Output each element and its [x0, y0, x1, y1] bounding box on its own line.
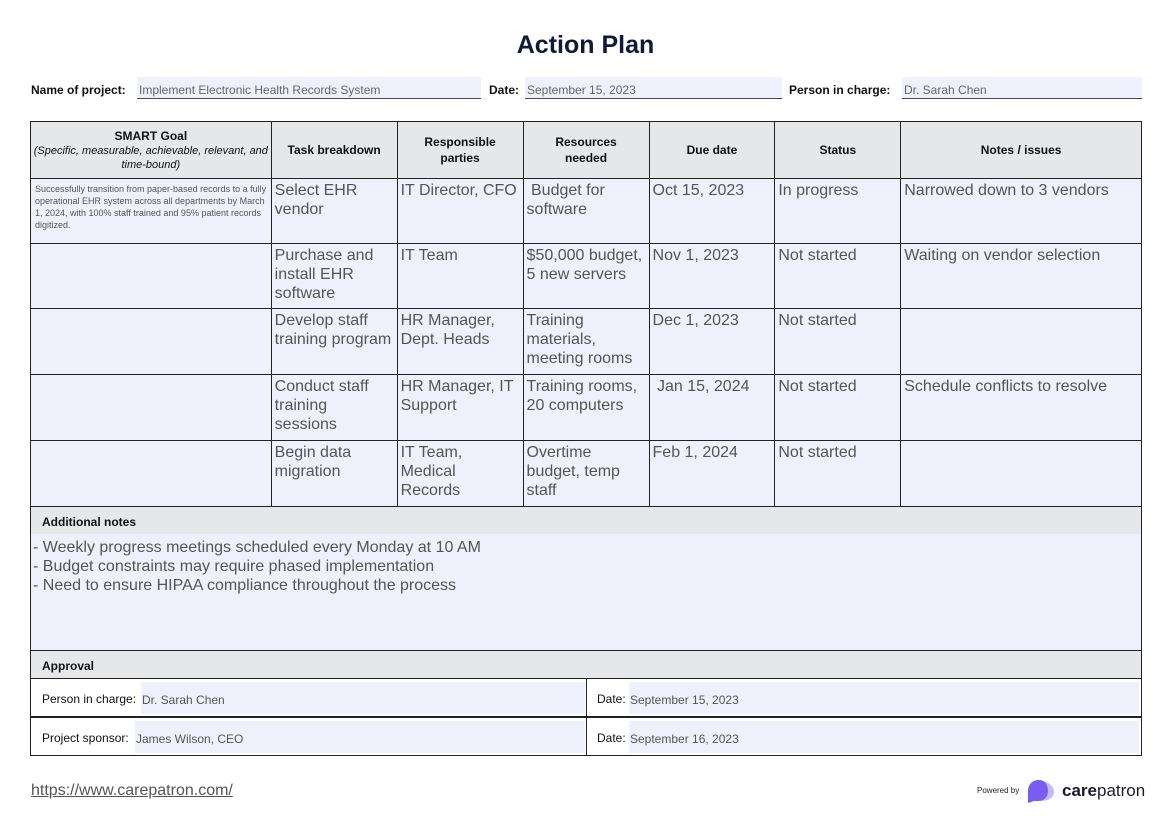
task-cell[interactable]: Develop staff training program — [270, 308, 398, 375]
approval-person-date-field[interactable]: September 15, 2023 — [629, 682, 1139, 714]
header-due-date: Due date — [648, 121, 776, 179]
carepatron-logo-icon — [1028, 780, 1054, 803]
table-row: Develop staff training program HR Manage… — [30, 308, 1142, 375]
notes-cell[interactable]: Schedule conflicts to resolve — [900, 374, 1142, 441]
status-cell[interactable]: Not started — [774, 374, 902, 441]
smart-goal-cell[interactable] — [30, 374, 272, 441]
approval-person-field[interactable]: Dr. Sarah Chen — [141, 682, 585, 714]
person-in-charge-label: Person in charge: — [789, 83, 891, 97]
table-row: Purchase and install EHR software IT Tea… — [30, 243, 1142, 309]
task-cell[interactable]: Purchase and install EHR software — [270, 243, 398, 309]
smart-goal-subtitle: (Specific, measurable, achievable, relev… — [33, 145, 268, 171]
table-row: Conduct staff training sessions HR Manag… — [30, 374, 1142, 441]
due-date-cell[interactable]: Jan 15, 2024 — [648, 374, 776, 441]
approval-sponsor-date-label: Date: — [597, 731, 626, 745]
status-cell[interactable]: Not started — [774, 440, 902, 507]
approval-sponsor-date-field[interactable]: September 16, 2023 — [629, 721, 1139, 753]
approval-header: Approval — [30, 650, 1142, 679]
header-smart-goal: SMART Goal (Specific, measurable, achiev… — [30, 121, 272, 179]
date-label: Date: — [489, 83, 520, 97]
status-cell[interactable]: Not started — [774, 308, 902, 375]
approval-person-label: Person in charge: — [42, 692, 137, 706]
notes-cell[interactable] — [900, 440, 1142, 507]
status-cell[interactable]: Not started — [774, 243, 902, 309]
approval-person-cell: Person in charge: Dr. Sarah Chen — [31, 679, 587, 716]
table-row: Successfully transition from paper-based… — [30, 178, 1142, 244]
smart-goal-cell[interactable]: Successfully transition from paper-based… — [30, 178, 272, 244]
smart-goal-cell[interactable] — [30, 243, 272, 309]
responsible-cell[interactable]: HR Manager, IT Support — [396, 374, 524, 441]
table-header-row: SMART Goal (Specific, measurable, achiev… — [30, 121, 1142, 179]
header-task: Task breakdown — [270, 121, 398, 179]
approval-row-sponsor: Project sponsor: James Wilson, CEO Date:… — [30, 717, 1142, 756]
responsible-cell[interactable]: IT Director, CFO — [396, 178, 524, 244]
resources-cell[interactable]: $50,000 budget, 5 new servers — [522, 243, 650, 309]
approval-person-date-cell: Date: September 15, 2023 — [587, 679, 1141, 716]
smart-goal-title: SMART Goal — [114, 129, 188, 143]
task-cell[interactable]: Conduct staff training sessions — [270, 374, 398, 441]
header-responsible: Responsible parties — [396, 121, 524, 179]
resources-cell[interactable]: Overtime budget, temp staff — [522, 440, 650, 507]
resources-cell[interactable]: Budget for software — [522, 178, 650, 244]
header-notes: Notes / issues — [900, 121, 1142, 179]
note-line: - Budget constraints may require phased … — [33, 558, 435, 575]
responsible-cell[interactable]: HR Manager, Dept. Heads — [396, 308, 524, 375]
smart-goal-cell[interactable] — [30, 308, 272, 375]
carepatron-brand: carepatron — [1062, 781, 1145, 801]
resources-cell[interactable]: Training rooms, 20 computers — [522, 374, 650, 441]
smart-goal-cell[interactable] — [30, 440, 272, 507]
approval-person-date-label: Date: — [597, 692, 626, 706]
task-cell[interactable]: Select EHR vendor — [270, 178, 398, 244]
notes-cell[interactable]: Waiting on vendor selection — [900, 243, 1142, 309]
notes-cell[interactable] — [900, 308, 1142, 375]
due-date-cell[interactable]: Dec 1, 2023 — [648, 308, 776, 375]
page-title: Action Plan — [516, 31, 655, 59]
notes-cell[interactable]: Narrowed down to 3 vendors — [900, 178, 1142, 244]
powered-by-text: Powered by — [977, 786, 1020, 795]
note-line: - Weekly progress meetings scheduled eve… — [33, 539, 481, 556]
action-plan-table: SMART Goal (Specific, measurable, achiev… — [30, 121, 1142, 507]
project-meta: Name of project: Implement Electronic He… — [31, 77, 1142, 101]
note-line: - Need to ensure HIPAA compliance throug… — [33, 577, 457, 594]
project-name-field[interactable]: Implement Electronic Health Records Syst… — [137, 77, 481, 99]
responsible-cell[interactable]: IT Team, Medical Records — [396, 440, 524, 507]
table-row: Begin data migration IT Team, Medical Re… — [30, 440, 1142, 507]
person-in-charge-field[interactable]: Dr. Sarah Chen — [902, 77, 1142, 99]
approval-sponsor-date-cell: Date: September 16, 2023 — [587, 718, 1141, 755]
due-date-cell[interactable]: Nov 1, 2023 — [648, 243, 776, 309]
status-cell[interactable]: In progress — [774, 178, 902, 244]
header-resources: Resources needed — [522, 121, 650, 179]
approval-sponsor-field[interactable]: James Wilson, CEO — [135, 721, 585, 753]
header-status: Status — [774, 121, 902, 179]
responsible-cell[interactable]: IT Team — [396, 243, 524, 309]
due-date-cell[interactable]: Oct 15, 2023 — [648, 178, 776, 244]
project-name-label: Name of project: — [31, 83, 126, 97]
date-field[interactable]: September 15, 2023 — [525, 77, 782, 99]
approval-row-person: Person in charge: Dr. Sarah Chen Date: S… — [30, 678, 1142, 717]
additional-notes-field[interactable]: - Weekly progress meetings scheduled eve… — [30, 534, 1142, 651]
task-cell[interactable]: Begin data migration — [270, 440, 398, 507]
brand-rest: patron — [1096, 781, 1146, 800]
due-date-cell[interactable]: Feb 1, 2024 — [648, 440, 776, 507]
brand-bold: care — [1062, 781, 1097, 800]
carepatron-link[interactable]: https://www.carepatron.com/ — [31, 782, 233, 800]
approval-sponsor-label: Project sponsor: — [42, 731, 129, 745]
approval-sponsor-cell: Project sponsor: James Wilson, CEO — [31, 718, 587, 755]
resources-cell[interactable]: Training materials, meeting rooms — [522, 308, 650, 375]
additional-notes-header: Additional notes — [30, 506, 1142, 535]
